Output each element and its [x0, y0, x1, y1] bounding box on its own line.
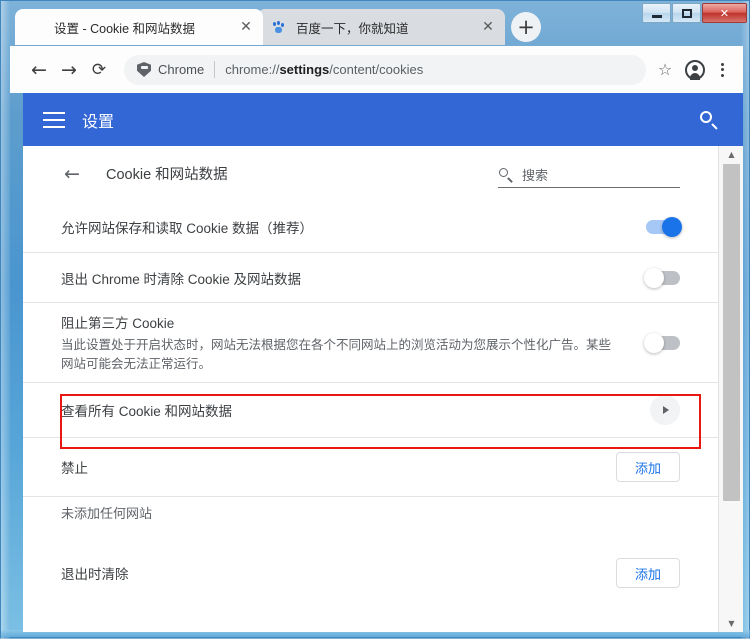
section-header: 退出时清除 添加 — [61, 544, 680, 602]
setting-row-allow-cookies[interactable]: 允许网站保存和读取 Cookie 数据（推荐） — [23, 201, 718, 253]
section-title: 退出时清除 — [61, 567, 129, 582]
security-shield-icon — [137, 62, 151, 77]
section-clear-on-exit: 退出时清除 添加 — [23, 544, 718, 602]
bookmark-star-icon[interactable]: ☆ — [652, 57, 678, 83]
close-tab-button[interactable]: ✕ — [479, 18, 497, 36]
back-icon[interactable]: ← — [24, 55, 54, 85]
browser-window: ✕ 设置 - Cookie 和网站数据 ✕ 百度一下，你就知道 ✕ + ← → … — [0, 0, 750, 639]
settings-header: 设置 — [23, 93, 743, 146]
new-tab-button[interactable]: + — [511, 12, 541, 42]
window-controls: ✕ — [642, 3, 747, 23]
reload-icon[interactable]: ⟳ — [84, 55, 114, 85]
tab-strip: ✕ 设置 - Cookie 和网站数据 ✕ 百度一下，你就知道 ✕ + — [1, 1, 750, 46]
vertical-scrollbar[interactable]: ▲ ▼ — [718, 146, 743, 632]
url-suffix: /content/cookies — [329, 62, 424, 77]
close-window-button[interactable]: ✕ — [702, 3, 747, 23]
restore-icon — [681, 8, 692, 18]
setting-row-clear-on-exit[interactable]: 退出 Chrome 时清除 Cookie 及网站数据 — [23, 253, 718, 303]
search-input[interactable]: 搜索 — [498, 165, 680, 188]
hamburger-menu-icon[interactable] — [43, 111, 65, 128]
setting-row-see-all-cookies[interactable]: 查看所有 Cookie 和网站数据 — [23, 383, 718, 438]
window-edge-left — [1, 1, 10, 639]
chevron-right-icon[interactable] — [650, 395, 680, 425]
security-chip-label: Chrome — [158, 62, 205, 77]
toggle-block-third-party[interactable] — [644, 332, 680, 353]
profile-avatar-icon[interactable] — [682, 57, 708, 83]
settings-title: 设置 — [82, 113, 115, 131]
setting-label: 退出 Chrome 时清除 Cookie 及网站数据 — [61, 271, 302, 287]
omnibox-divider — [214, 61, 216, 78]
baidu-icon — [271, 19, 287, 35]
settings-search-icon[interactable] — [699, 110, 719, 130]
row-content: 查看所有 Cookie 和网站数据 — [61, 400, 650, 420]
setting-label: 允许网站保存和读取 Cookie 数据（推荐） — [61, 220, 314, 236]
add-site-button-block[interactable]: 添加 — [616, 452, 680, 482]
tab-title: 百度一下，你就知道 — [296, 21, 409, 36]
tab-baidu[interactable]: 百度一下，你就知道 ✕ — [257, 9, 505, 45]
subpage-header: ← Cookie 和网站数据 搜索 — [23, 146, 718, 201]
settings-content: ← Cookie 和网站数据 搜索 允许网站保存和读取 Cookie 数据（推荐… — [23, 146, 743, 632]
row-content: 阻止第三方 Cookie 当此设置处于开启状态时，网站无法根据您在各个不同网站上… — [61, 312, 646, 374]
minimize-icon — [651, 15, 662, 18]
section-block: 禁止 添加 — [23, 438, 718, 497]
restore-button[interactable] — [672, 3, 701, 23]
back-arrow-icon[interactable]: ← — [61, 163, 83, 185]
setting-label: 阻止第三方 Cookie — [61, 315, 175, 331]
row-content: 退出 Chrome 时清除 Cookie 及网站数据 — [61, 268, 646, 288]
row-content: 允许网站保存和读取 Cookie 数据（推荐） — [61, 217, 646, 237]
close-tab-button[interactable]: ✕ — [237, 18, 255, 36]
setting-row-block-third-party[interactable]: 阻止第三方 Cookie 当此设置处于开启状态时，网站无法根据您在各个不同网站上… — [23, 303, 718, 383]
forward-icon[interactable]: → — [54, 55, 84, 85]
add-site-button-clear-on-exit[interactable]: 添加 — [616, 558, 680, 588]
url-bold-segment: settings — [279, 62, 330, 77]
scrollbar-thumb[interactable] — [723, 164, 740, 501]
setting-description: 当此设置处于开启状态时，网站无法根据您在各个不同网站上的浏览活动为您展示个性化广… — [61, 337, 612, 371]
toggle-allow-cookies[interactable] — [646, 216, 682, 237]
tab-settings[interactable]: 设置 - Cookie 和网站数据 ✕ — [15, 9, 263, 45]
section-header: 禁止 添加 — [61, 438, 680, 496]
empty-state-text: 未添加任何网站 — [61, 506, 153, 521]
url-prefix: chrome:// — [225, 62, 280, 77]
section-title: 禁止 — [61, 461, 88, 476]
address-bar[interactable]: Chrome chrome://settings/content/cookies — [124, 54, 646, 85]
gear-icon — [29, 19, 45, 35]
minimize-button[interactable] — [642, 3, 671, 23]
browser-toolbar: ← → ⟳ Chrome chrome://settings/content/c… — [10, 46, 743, 93]
close-icon: ✕ — [719, 6, 730, 20]
setting-label: 查看所有 Cookie 和网站数据 — [61, 404, 233, 419]
search-icon — [498, 167, 513, 182]
scroll-down-icon[interactable]: ▼ — [719, 615, 743, 632]
url-text: chrome://settings/content/cookies — [225, 62, 423, 77]
scroll-up-icon[interactable]: ▲ — [719, 146, 743, 163]
tab-title: 设置 - Cookie 和网站数据 — [54, 21, 195, 36]
settings-page: ← Cookie 和网站数据 搜索 允许网站保存和读取 Cookie 数据（推荐… — [23, 146, 718, 632]
toggle-clear-on-exit[interactable] — [644, 267, 680, 288]
search-field-text: 搜索 — [522, 168, 549, 183]
chrome-menu-icon[interactable] — [711, 57, 733, 83]
page-title: Cookie 和网站数据 — [106, 167, 228, 183]
